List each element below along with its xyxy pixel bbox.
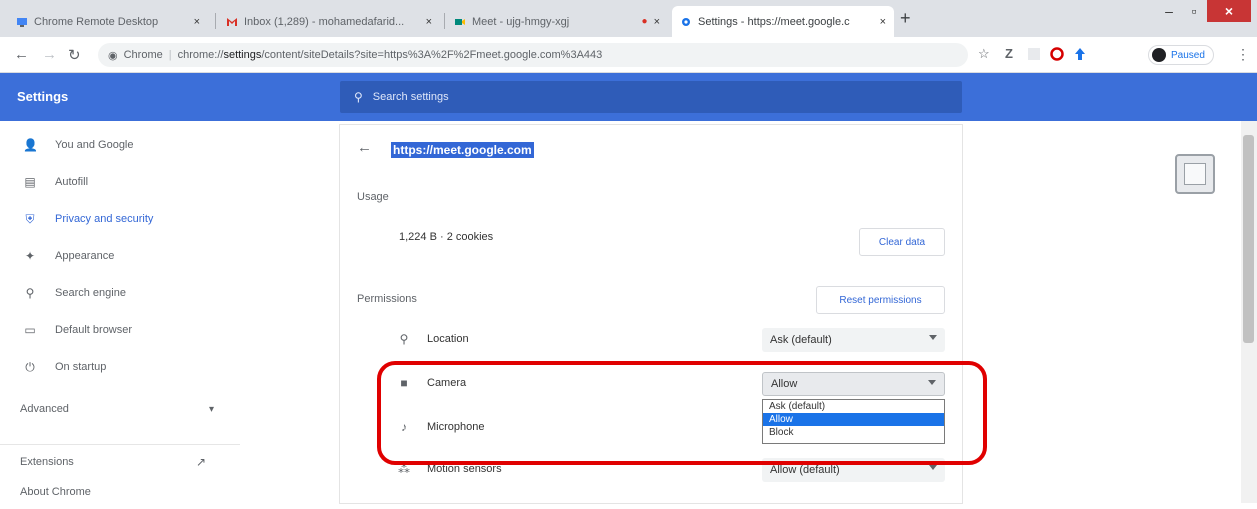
tab-title: Meet - ujg-hmgy-xgj [472,15,570,28]
settings-header: Settings ⚲ Search settings [0,73,1257,121]
location-pin-icon: ⚲ [399,332,409,346]
page-title: Settings [17,89,69,104]
site-origin: https://meet.google.com [391,142,534,158]
floating-widget-icon[interactable] [1175,154,1215,194]
sidebar-item-label: Extensions [20,456,74,468]
bookmark-star-icon[interactable]: ☆ [978,46,990,62]
select-value: Ask (default) [770,334,832,346]
close-tab-icon[interactable]: × [880,16,886,28]
chrome-icon: ◉ [108,49,118,62]
vpn-extension-icon[interactable] [1073,47,1087,61]
sidebar-item-label: Appearance [55,250,115,262]
extension-icon[interactable] [1027,47,1041,61]
url-bold: settings [223,49,262,61]
sidebar-item-on-startup[interactable]: ⏻ On startup [0,350,240,384]
meet-icon [455,18,465,25]
chrome-remote-desktop-icon [17,17,27,27]
close-window-button[interactable]: × [1207,0,1251,22]
menu-kebab-icon[interactable]: ⋮ [1236,46,1250,63]
sidebar-item-autofill[interactable]: ▤ Autofill [0,165,240,199]
profile-button[interactable]: Paused [1148,45,1214,65]
person-icon: 👤 [23,138,38,152]
sidebar-item-you-and-google[interactable]: 👤 You and Google [0,128,240,162]
url-prefix: chrome:// [177,49,224,61]
chevron-down-icon [929,335,937,340]
close-tab-icon[interactable]: × [654,16,660,28]
location-permission-select[interactable]: Ask (default) [762,328,945,352]
permissions-label: Permissions [357,293,417,305]
clear-data-button[interactable]: Clear data [859,228,945,256]
sidebar-item-label: Default browser [55,324,133,336]
new-tab-button[interactable]: + [900,8,911,29]
select-value: Allow (default) [770,464,840,476]
sidebar-item-privacy[interactable]: ⛨ Privacy and security [0,202,240,236]
tab-strip: Chrome Remote Desktop × Inbox (1,289) - … [0,0,1257,37]
search-icon: ⚲ [354,90,363,104]
settings-gear-icon [682,17,690,26]
browser-toolbar: ← → ↻ ◉ Chrome | chrome://settings/conte… [0,37,1257,73]
permission-label: Location [427,333,469,345]
sidebar-item-label: Privacy and security [55,213,154,225]
sidebar-item-about[interactable]: About Chrome [0,475,240,509]
reset-permissions-button[interactable]: Reset permissions [816,286,945,314]
minimize-button[interactable]: – [1157,0,1181,22]
tab-gmail-inbox[interactable]: Inbox (1,289) - mohamedafarid... × [218,6,440,37]
settings-sidebar: 👤 You and Google ▤ Autofill ⛨ Privacy an… [0,121,240,503]
secure-label: Chrome [123,49,163,61]
sidebar-item-label: You and Google [55,139,134,151]
profile-status: Paused [1171,49,1205,61]
chevron-down-icon [929,465,937,470]
zotero-extension-icon[interactable]: Z [1005,46,1013,61]
sidebar-item-label: On startup [55,361,107,373]
palette-icon: ✦ [24,249,36,263]
tab-title: Chrome Remote Desktop [34,15,159,28]
advanced-label: Advanced [20,403,69,415]
widget-inner [1184,163,1206,185]
tab-meet[interactable]: Meet - ujg-hmgy-xgj ● × [446,6,668,37]
clipboard-icon: ▤ [24,175,36,189]
tab-title: Settings - https://meet.google.c [698,15,850,28]
url-rest: /content/siteDetails?site=https%3A%2F%2F… [261,49,603,61]
usage-label: Usage [357,191,389,203]
sidebar-advanced[interactable]: Advanced ▾ [0,392,240,426]
shield-icon: ⛨ [25,211,35,226]
gmail-icon [227,17,237,26]
tab-title: Inbox (1,289) - mohamedafarid... [244,15,405,28]
sidebar-item-default-browser[interactable]: ▭ Default browser [0,313,240,347]
storage-info: 1,224 B · 2 cookies [399,231,494,243]
back-arrow-icon[interactable]: ← [14,46,29,63]
sidebar-item-label: About Chrome [20,486,91,498]
sidebar-item-search-engine[interactable]: ⚲ Search engine [0,276,240,310]
tab-separator [444,13,445,29]
power-icon: ⏻ [25,359,35,374]
annotation-highlight [377,361,987,465]
sidebar-item-extensions[interactable]: Extensions ↗ [0,445,240,479]
reload-icon[interactable]: ↻ [68,46,81,64]
search-placeholder: Search settings [372,91,449,103]
avatar [1152,48,1166,62]
tab-chrome-remote-desktop[interactable]: Chrome Remote Desktop × [8,6,208,37]
tab-settings[interactable]: Settings - https://meet.google.c × [672,6,894,37]
sidebar-item-label: Autofill [55,176,89,188]
sidebar-item-label: Search engine [55,287,126,299]
scrollbar-thumb[interactable] [1243,135,1254,343]
back-arrow-icon[interactable]: ← [357,139,372,156]
tab-separator [215,13,216,29]
close-tab-icon[interactable]: × [194,16,200,28]
browser-icon: ▭ [24,323,36,337]
close-tab-icon[interactable]: × [426,16,432,28]
forward-arrow-icon[interactable]: → [42,46,57,63]
address-bar[interactable]: ◉ Chrome | chrome://settings/content/sit… [98,43,968,67]
recording-dot-icon: ● [641,16,648,27]
chevron-down-icon: ▾ [208,403,214,415]
search-icon: ⚲ [25,286,35,300]
search-input[interactable]: ⚲ Search settings [340,81,962,113]
sidebar-item-appearance[interactable]: ✦ Appearance [0,239,240,273]
divider: | [168,49,172,61]
opera-icon[interactable] [1050,47,1064,61]
maximize-button[interactable]: ▫ [1183,0,1205,22]
open-in-new-icon: ↗ [195,455,206,469]
